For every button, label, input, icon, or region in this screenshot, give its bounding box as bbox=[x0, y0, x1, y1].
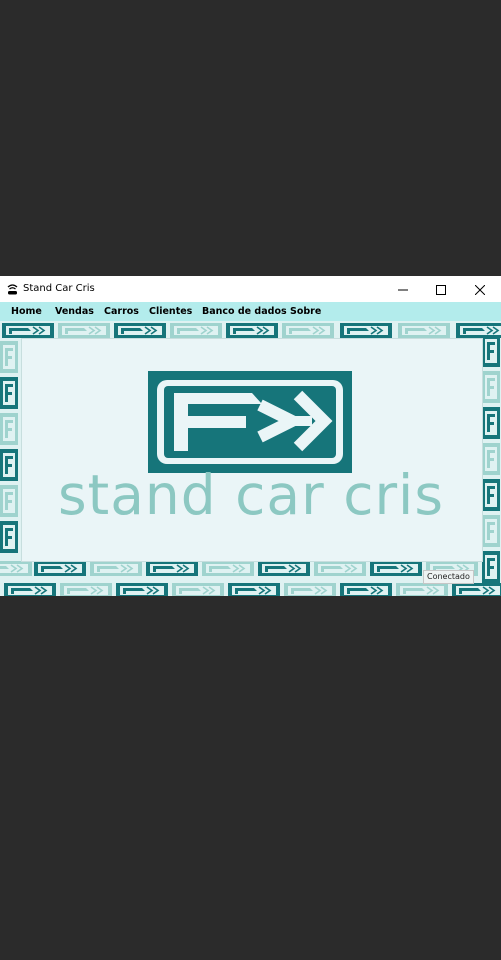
stand-car-cris-logo-icon bbox=[148, 371, 352, 473]
app-window: Stand Car Cris Home Vendas Carros Client… bbox=[0, 276, 501, 596]
title-bar[interactable]: Stand Car Cris bbox=[0, 276, 501, 302]
menu-banco-de-dados[interactable]: Banco de dados bbox=[202, 305, 287, 318]
menu-home[interactable]: Home bbox=[11, 305, 42, 318]
menu-carros[interactable]: Carros bbox=[104, 305, 139, 318]
minimize-button[interactable] bbox=[384, 276, 422, 302]
car-icon bbox=[7, 282, 18, 296]
menu-clientes[interactable]: Clientes bbox=[149, 305, 192, 318]
minimize-icon bbox=[398, 280, 408, 299]
maximize-icon bbox=[436, 280, 446, 299]
logo-panel: stand car cris bbox=[21, 338, 483, 562]
menu-sobre[interactable]: Sobre bbox=[290, 305, 321, 318]
menu-bar: Home Vendas Carros Clientes Banco de dad… bbox=[0, 302, 501, 321]
maximize-button[interactable] bbox=[422, 276, 460, 302]
connection-status: Conectado bbox=[423, 570, 474, 584]
window-title: Stand Car Cris bbox=[23, 283, 95, 294]
close-button[interactable] bbox=[461, 276, 499, 302]
close-icon bbox=[474, 280, 486, 299]
brand-text: stand car cris bbox=[57, 463, 444, 527]
menu-vendas[interactable]: Vendas bbox=[55, 305, 94, 318]
